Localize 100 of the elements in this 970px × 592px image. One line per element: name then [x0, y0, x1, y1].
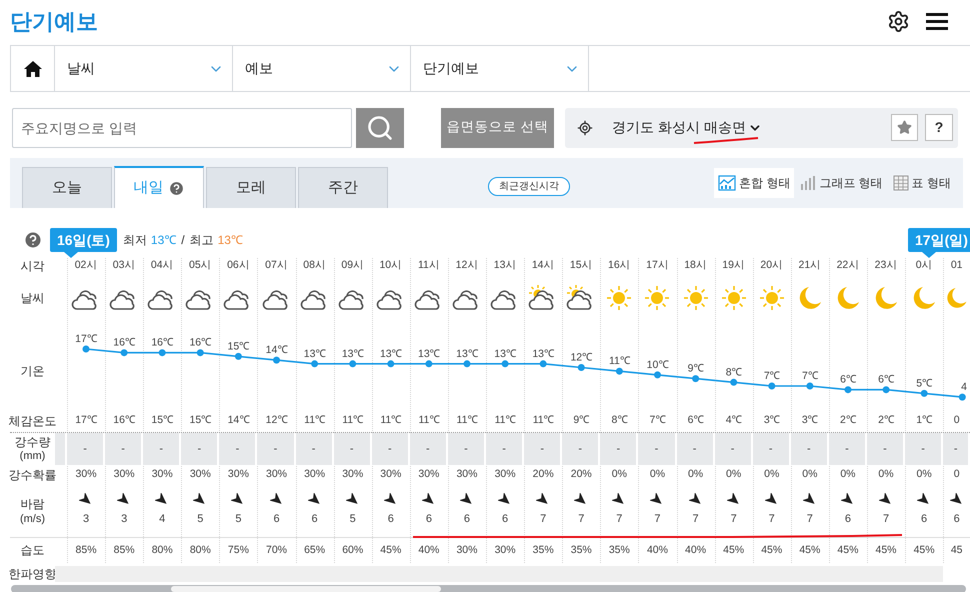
rain-cell: - [752, 433, 791, 465]
feels-like-temp: 12℃ [266, 413, 288, 428]
wind-speed: 6 [426, 513, 432, 525]
day-tab[interactable]: 모레 [206, 167, 296, 208]
wind-arrow-icon [688, 493, 703, 507]
rain-chance: 30% [76, 467, 97, 482]
temperature-label: 13℃ [418, 348, 440, 360]
humidity-value: 30% [494, 542, 516, 558]
wind-arrow-icon [498, 493, 512, 507]
rain-chance: 0% [802, 467, 818, 482]
wind-speed: 5 [350, 513, 356, 525]
rain-cell: - [562, 433, 600, 465]
view-mode-button[interactable]: 혼합 형태 [714, 168, 794, 198]
rain-chance: 30% [456, 467, 478, 482]
rain-chance: 0% [840, 467, 856, 482]
wind-arrow-icon [950, 493, 964, 507]
wind-arrow-icon [422, 493, 436, 507]
wind-speed: 6 [464, 513, 470, 525]
horizontal-scrollbar[interactable] [11, 585, 966, 592]
temperature-label: 13℃ [342, 348, 364, 360]
temperature-label: 14℃ [266, 344, 288, 356]
humidity-value: 85% [114, 542, 135, 558]
wind-arrow-icon [117, 493, 132, 507]
wind-speed: 6 [921, 513, 928, 525]
hour-label: 17시 [646, 258, 669, 274]
feels-like-temp: 8℃ [611, 413, 628, 428]
row-label: 습도 [20, 543, 44, 558]
rain-chance: 0% [688, 467, 704, 482]
rain-cell: - [486, 433, 524, 465]
rain-chance: 30% [418, 467, 440, 482]
wind-speed: 4 [159, 513, 166, 525]
feels-like-temp: 11℃ [456, 413, 478, 428]
wind-speed: 3 [82, 513, 90, 525]
wind-speed: 7 [730, 513, 737, 525]
feels-like-temp: 11℃ [532, 413, 554, 428]
row-label: 체감온도 [8, 414, 56, 428]
rain-cell: - [943, 433, 970, 465]
hour-label: 22시 [836, 258, 860, 274]
humidity-value: 80% [190, 542, 211, 558]
hour-label: 19시 [722, 258, 745, 274]
feels-like-temp: 16℃ [113, 413, 135, 428]
rain-chance: 30% [380, 467, 402, 482]
hour-label: 04시 [150, 258, 174, 274]
rain-chance: 30% [190, 467, 211, 482]
wind-arrow-icon [917, 493, 932, 507]
rain-chance: 0% [612, 467, 627, 482]
wind-arrow-icon [346, 493, 360, 507]
hour-label: 14시 [532, 258, 555, 274]
favorite-button[interactable] [891, 114, 918, 141]
rain-cell: - [257, 433, 296, 465]
rain-chance: 30% [152, 467, 173, 482]
min-label: 최저 [122, 232, 147, 249]
settings-button[interactable] [887, 10, 910, 32]
unit-label: (m/s) [20, 512, 46, 526]
feels-like-temp: 4℃ [726, 413, 742, 428]
rain-chance: 0% [916, 467, 932, 482]
location-dropdown[interactable]: 경기도 화성시 매송면 [612, 117, 762, 138]
temperature-label: 9℃ [688, 362, 704, 375]
max-temp: 13℃ [218, 232, 243, 249]
humidity-value: 75% [228, 542, 249, 558]
rain-cell: - [296, 433, 334, 465]
temperature-label: 16℃ [151, 336, 174, 349]
rain-cell: - [181, 433, 220, 465]
temperature-label: 17℃ [75, 333, 97, 345]
update-time-button[interactable]: 최근갱신시각 [488, 177, 570, 196]
view-mode-button[interactable]: 그래프 형태 [796, 168, 887, 198]
wind-arrow-icon [726, 493, 741, 507]
temperature-label: 8℃ [726, 366, 742, 378]
day-tab[interactable]: 오늘 [22, 167, 112, 208]
rain-chance: 30% [304, 467, 326, 482]
feels-like-temp: 7℃ [650, 413, 666, 428]
hour-label: 23시 [874, 258, 898, 274]
help-button[interactable]: ? [925, 114, 953, 141]
temperature-label: 13℃ [456, 348, 478, 360]
wind-speed: 7 [540, 513, 546, 525]
menu-button[interactable] [926, 10, 948, 32]
wind-speed: 6 [844, 513, 851, 525]
hour-label: 03시 [112, 258, 136, 274]
humidity-value: 45% [723, 542, 744, 558]
search-field[interactable]: 주요지명으로 입력 [12, 108, 352, 148]
view-mode-button[interactable]: 표 형태 [888, 168, 955, 198]
nav-dropdown[interactable]: 단기예보 [411, 46, 589, 91]
row-label: 기온 [20, 363, 44, 380]
temperature-label: 13℃ [304, 348, 326, 360]
wind-arrow-icon [384, 493, 398, 507]
wind-speed: 5 [235, 513, 242, 525]
home-icon [24, 60, 42, 76]
wind-arrow-icon [840, 493, 855, 507]
wind-arrow-icon [155, 493, 170, 507]
feels-like-temp: 14℃ [228, 413, 250, 428]
rain-cell: - [105, 433, 144, 465]
temperature-label: 6℃ [840, 374, 856, 386]
day-tab[interactable]: 주간 [298, 167, 388, 208]
wind-speed: 7 [882, 513, 890, 525]
nav-dropdown[interactable]: 날씨 [55, 46, 233, 91]
rain-cell: - [866, 433, 906, 465]
humidity-value: 35% [608, 542, 630, 558]
nav-dropdown[interactable]: 예보 [233, 46, 411, 91]
wind-arrow-icon [460, 493, 474, 507]
search-button[interactable] [356, 108, 404, 148]
